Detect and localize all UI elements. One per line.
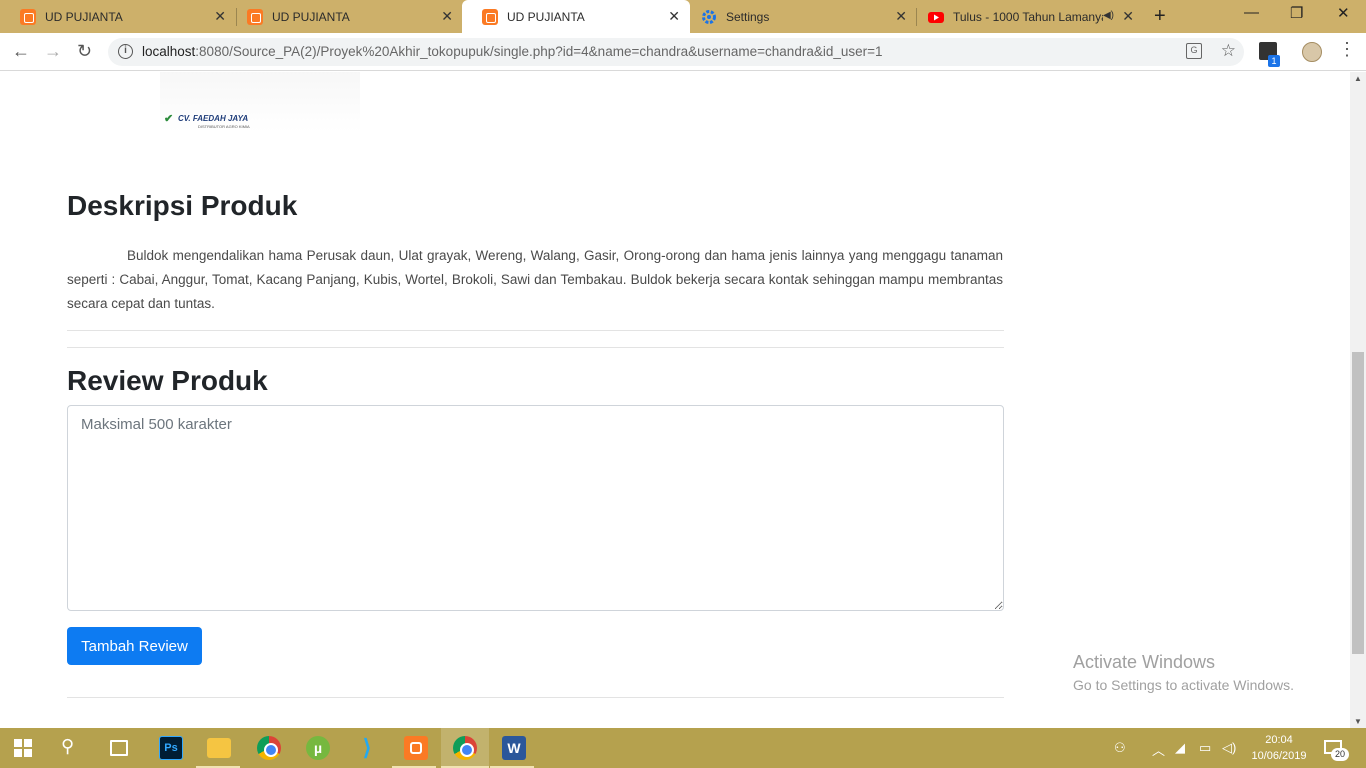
scroll-down-icon[interactable]: ▼ bbox=[1354, 717, 1362, 726]
activate-windows-title: Activate Windows bbox=[1073, 652, 1216, 672]
bookmark-star-icon[interactable]: ☆ bbox=[1221, 41, 1236, 61]
network-icon[interactable]: ◢ bbox=[1175, 740, 1185, 756]
clock-date: 10/06/2019 bbox=[1251, 750, 1307, 762]
tab-ud-pujianta-1[interactable]: UD PUJIANTA ✕ bbox=[0, 0, 236, 33]
window-close-icon[interactable]: ✕ bbox=[1337, 4, 1350, 22]
volume-icon[interactable]: ◁) bbox=[1222, 740, 1236, 756]
chevron-up-icon[interactable]: ︿ bbox=[1152, 740, 1165, 759]
translate-icon[interactable]: G bbox=[1186, 43, 1202, 59]
chrome-icon[interactable] bbox=[453, 736, 477, 760]
speaker-icon[interactable]: ◀) bbox=[1103, 10, 1114, 21]
task-view-icon[interactable] bbox=[110, 740, 128, 756]
system-clock[interactable]: 20:04 10/06/2019 bbox=[1248, 732, 1310, 764]
url-text[interactable]: localhost:8080/Source_PA(2)/Proyek%20Akh… bbox=[142, 44, 883, 59]
scroll-thumb[interactable] bbox=[1352, 352, 1364, 654]
extension-badge: 1 bbox=[1268, 55, 1280, 67]
tab-label: Tulus - 1000 Tahun Lamanya bbox=[953, 9, 1103, 24]
back-arrow-icon[interactable]: ← bbox=[12, 41, 30, 62]
vscode-icon[interactable]: ⟩ bbox=[355, 736, 379, 760]
notification-badge: 20 bbox=[1331, 748, 1349, 761]
photoshop-icon[interactable]: Ps bbox=[159, 736, 183, 760]
windows-start-icon[interactable] bbox=[14, 739, 32, 757]
url-path: :8080/Source_PA(2)/Proyek%20Akhir_tokopu… bbox=[195, 44, 883, 59]
address-bar[interactable]: i localhost:8080/Source_PA(2)/Proyek%20A… bbox=[108, 38, 1244, 66]
xampp-icon bbox=[20, 8, 36, 25]
browser-toolbar: ← → ↻ i localhost:8080/Source_PA(2)/Proy… bbox=[0, 33, 1366, 71]
review-textarea[interactable] bbox=[67, 405, 1004, 611]
xampp-icon bbox=[247, 8, 263, 25]
product-image: ✔ CV. FAEDAH JAYA DISTRIBUTOR AGRO KIMIA bbox=[160, 72, 360, 132]
tab-youtube[interactable]: Tulus - 1000 Tahun Lamanya ◀) ✕ bbox=[908, 0, 1144, 33]
close-icon[interactable]: ✕ bbox=[214, 9, 226, 23]
info-icon[interactable]: i bbox=[118, 44, 133, 59]
divider bbox=[67, 697, 1004, 698]
file-explorer-icon[interactable] bbox=[207, 738, 231, 758]
menu-icon[interactable]: ⋮ bbox=[1338, 39, 1356, 60]
windows-taskbar: ⚲ Ps µ ⟩ W ⚇ ︿ ◢ ▭ ◁) 20:04 10/06/2019 2… bbox=[0, 728, 1366, 768]
page-content: ✔ CV. FAEDAH JAYA DISTRIBUTOR AGRO KIMIA… bbox=[0, 72, 1350, 728]
close-icon[interactable]: ✕ bbox=[1122, 9, 1134, 23]
reload-icon[interactable]: ↻ bbox=[77, 41, 92, 62]
divider bbox=[67, 347, 1004, 348]
tab-label: Settings bbox=[726, 9, 770, 24]
add-review-button[interactable]: Tambah Review bbox=[67, 627, 202, 665]
people-icon[interactable]: ⚇ bbox=[1114, 740, 1126, 756]
brand-logo-text: CV. FAEDAH JAYA bbox=[178, 114, 249, 123]
tab-label: UD PUJIANTA bbox=[45, 9, 123, 24]
chrome-icon[interactable] bbox=[257, 736, 281, 760]
search-icon[interactable]: ⚲ bbox=[61, 736, 85, 760]
url-host: localhost bbox=[142, 44, 196, 59]
profile-avatar[interactable] bbox=[1302, 42, 1322, 62]
tab-ud-pujianta-2[interactable]: UD PUJIANTA ✕ bbox=[227, 0, 463, 33]
description-heading: Deskripsi Produk bbox=[67, 190, 298, 221]
minimize-icon[interactable]: — bbox=[1244, 4, 1259, 21]
tab-strip: UD PUJIANTA ✕ UD PUJIANTA ✕ UD PUJIANTA … bbox=[0, 0, 1366, 34]
tab-label: UD PUJIANTA bbox=[507, 10, 585, 24]
tab-ud-pujianta-active[interactable]: UD PUJIANTA ✕ bbox=[462, 0, 690, 34]
xampp-icon bbox=[482, 9, 498, 25]
divider bbox=[67, 330, 1004, 331]
close-icon[interactable]: ✕ bbox=[895, 9, 907, 23]
utorrent-icon[interactable]: µ bbox=[306, 736, 330, 760]
gear-icon bbox=[701, 9, 717, 25]
tab-label: UD PUJIANTA bbox=[272, 9, 350, 24]
tab-settings[interactable]: Settings ✕ bbox=[681, 0, 917, 33]
activate-windows-subtitle: Go to Settings to activate Windows. bbox=[1073, 677, 1294, 693]
battery-icon[interactable]: ▭ bbox=[1199, 740, 1211, 756]
review-heading: Review Produk bbox=[67, 365, 268, 396]
close-icon[interactable]: ✕ bbox=[668, 9, 680, 23]
brand-logo-subtext: DISTRIBUTOR AGRO KIMIA bbox=[198, 124, 250, 129]
clock-time: 20:04 bbox=[1265, 734, 1293, 746]
xampp-icon[interactable] bbox=[404, 736, 428, 760]
scroll-up-icon[interactable]: ▲ bbox=[1354, 74, 1362, 83]
description-text: Buldok mengendalikan hama Perusak daun, … bbox=[67, 248, 1003, 311]
forward-arrow-icon[interactable]: → bbox=[44, 41, 62, 62]
vertical-scrollbar[interactable]: ▲ ▼ bbox=[1350, 72, 1366, 728]
word-icon[interactable]: W bbox=[502, 736, 526, 760]
restore-icon[interactable]: ❐ bbox=[1290, 4, 1303, 22]
youtube-icon bbox=[928, 9, 944, 25]
leaf-logo-icon: ✔ bbox=[164, 113, 174, 125]
new-tab-button[interactable]: + bbox=[1154, 5, 1166, 28]
close-icon[interactable]: ✕ bbox=[441, 9, 453, 23]
